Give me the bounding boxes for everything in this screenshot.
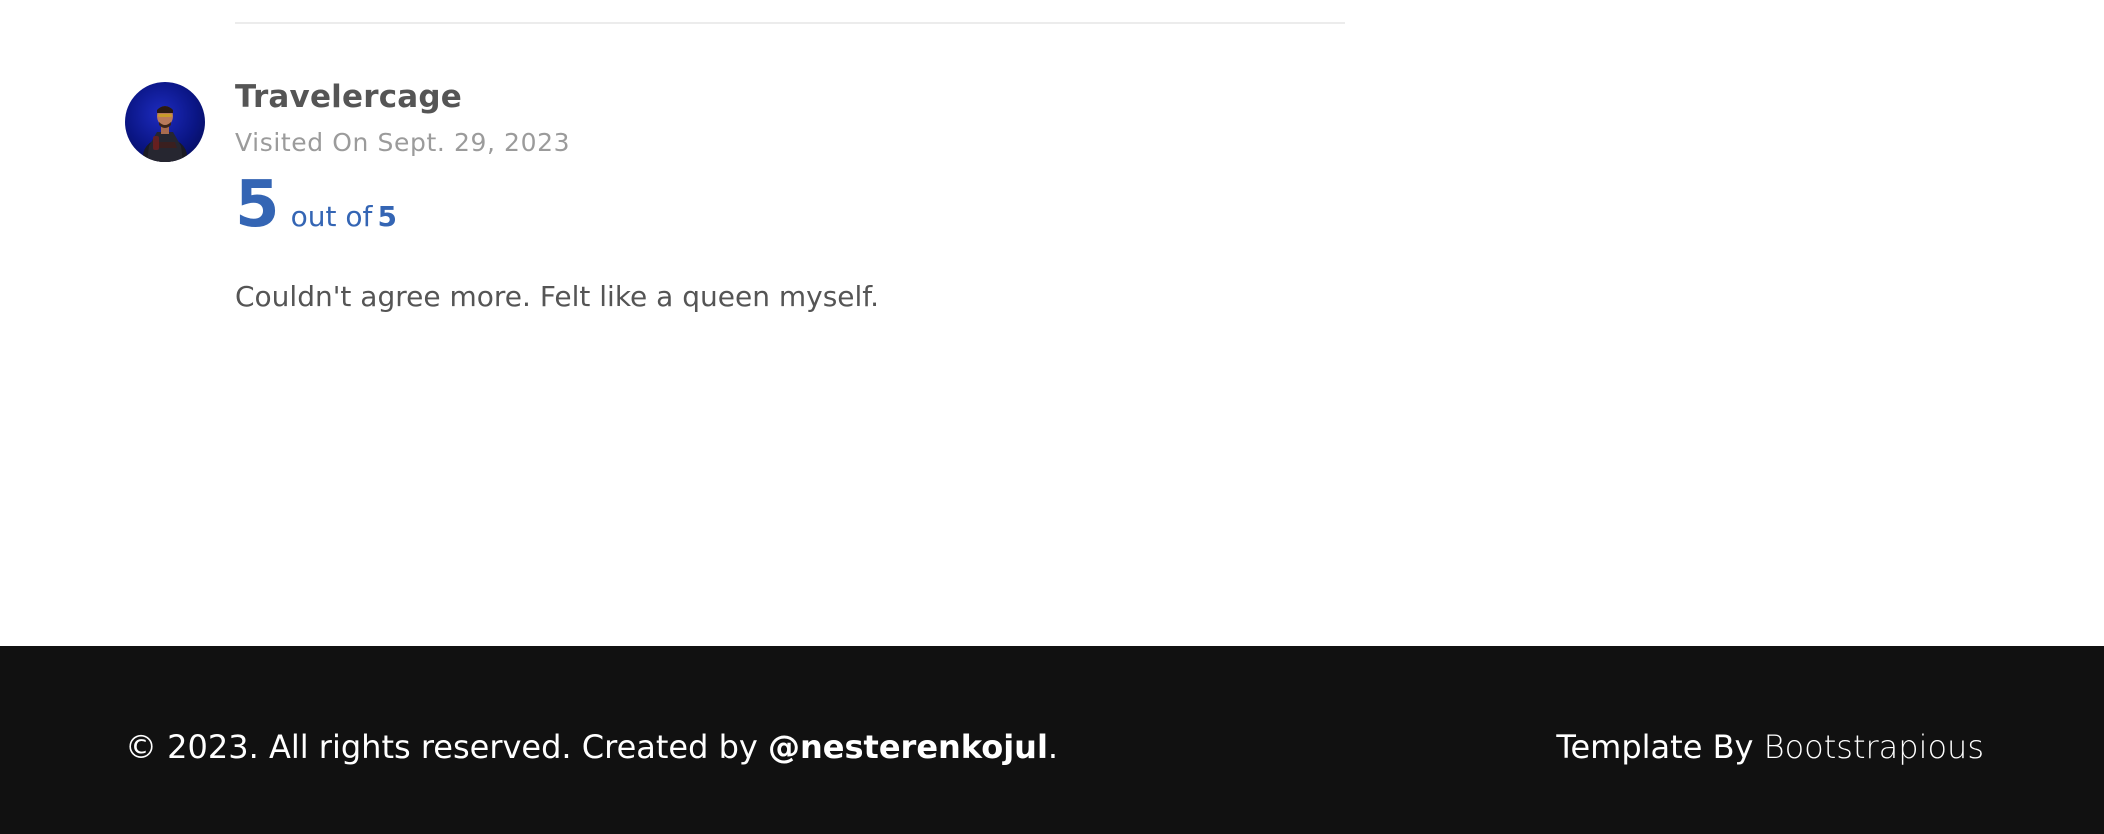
template-prefix: Template By [1556, 728, 1764, 766]
rating: 5 out of 5 [235, 172, 1345, 254]
footer-copyright: © 2023. All rights reserved. Created by … [125, 729, 1058, 765]
review-body: Travelercage Visited On Sept. 29, 2023 5… [235, 79, 1345, 314]
rating-out-of-label: out of [290, 200, 373, 233]
template-brand-link[interactable]: Bootstrapious [1764, 728, 1984, 766]
review-text: Couldn't agree more. Felt like a queen m… [235, 280, 880, 313]
rating-max: 5 [377, 200, 397, 233]
copyright-text: © 2023. All rights reserved. Created by [125, 728, 768, 766]
reviewer-avatar [125, 82, 205, 162]
copyright-period: . [1047, 728, 1059, 766]
footer-credit: Template By Bootstrapious [1556, 729, 1984, 765]
page-footer: © 2023. All rights reserved. Created by … [0, 646, 2104, 834]
avatar-person-icon [143, 106, 187, 162]
rating-score: 5 [235, 168, 280, 242]
reviewer-name: Travelercage [235, 79, 463, 115]
author-link[interactable]: @nesterenkojul [768, 728, 1048, 766]
section-divider [235, 22, 1345, 24]
visit-date: Visited On Sept. 29, 2023 [235, 128, 571, 157]
